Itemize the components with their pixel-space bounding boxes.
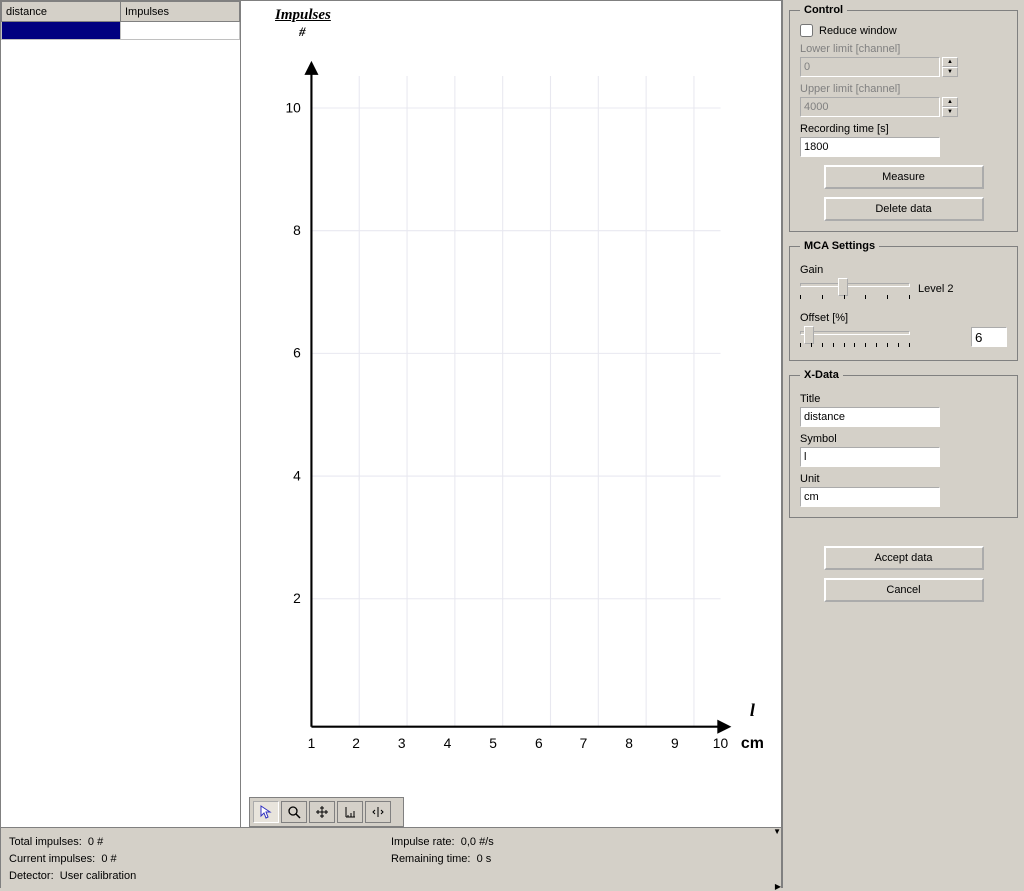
left-area: distance Impulses Impulses #: [0, 0, 782, 888]
axes-tool-icon[interactable]: [337, 801, 363, 823]
chart-plot[interactable]: 10 8 6 4 2 1 2 3 4 5: [253, 44, 763, 791]
svg-text:10: 10: [285, 99, 301, 115]
mca-legend: MCA Settings: [800, 240, 879, 252]
status-detector-label: Detector:: [9, 870, 54, 882]
svg-text:3: 3: [398, 735, 406, 751]
xdata-title-label: Title: [800, 393, 1007, 405]
reduce-window-checkbox[interactable]: [800, 24, 813, 37]
xdata-symbol-label: Symbol: [800, 433, 1007, 445]
svg-text:2: 2: [293, 590, 301, 606]
status-total-val: 0 #: [88, 836, 103, 848]
status-total-label: Total impulses:: [9, 836, 82, 848]
svg-text:2: 2: [352, 735, 360, 751]
measure-button[interactable]: Measure: [824, 165, 984, 189]
lower-limit-spinner-up: ▲: [942, 57, 958, 67]
status-rate-val: 0,0 #/s: [461, 836, 494, 848]
upper-limit-label: Upper limit [channel]: [800, 83, 1007, 95]
status-detector-val: User calibration: [60, 870, 136, 882]
xdata-symbol-input[interactable]: [800, 447, 940, 467]
table-cell[interactable]: [121, 22, 240, 40]
mca-settings-group: MCA Settings Gain Level 2 Offset [%]: [789, 240, 1018, 361]
collapse-right-icon[interactable]: ▶: [775, 882, 781, 891]
control-legend: Control: [800, 4, 847, 16]
right-panel: Control Reduce window Lower limit [chann…: [782, 0, 1024, 888]
chart-area: Impulses #: [241, 1, 781, 827]
lower-limit-spinner: ▲ ▼: [942, 57, 958, 77]
chart-x-unit: cm: [741, 735, 763, 752]
reduce-window-label: Reduce window: [819, 25, 897, 37]
offset-slider[interactable]: [800, 326, 910, 348]
xdata-group: X-Data Title Symbol Unit: [789, 369, 1018, 518]
chart-toolbar: [249, 797, 404, 827]
table-row[interactable]: [2, 22, 240, 40]
offset-label: Offset [%]: [800, 312, 1007, 324]
upper-limit-spinner: ▲ ▼: [942, 97, 958, 117]
control-group: Control Reduce window Lower limit [chann…: [789, 4, 1018, 232]
upper-limit-spinner-down: ▼: [942, 107, 958, 117]
delete-data-button[interactable]: Delete data: [824, 197, 984, 221]
lower-limit-input: [800, 57, 940, 77]
xdata-title-input[interactable]: [800, 407, 940, 427]
gain-level: Level 2: [918, 283, 953, 295]
xdata-legend: X-Data: [800, 369, 843, 381]
chart-y-unit: #: [299, 24, 773, 40]
status-remaining-label: Remaining time:: [391, 853, 470, 865]
collapse-down-icon[interactable]: ▼: [773, 827, 781, 836]
gain-label: Gain: [800, 264, 1007, 276]
svg-text:6: 6: [293, 345, 301, 361]
upper-limit-spinner-up: ▲: [942, 97, 958, 107]
gain-slider[interactable]: [800, 278, 910, 300]
svg-text:4: 4: [444, 735, 452, 751]
pointer-tool-icon[interactable]: [253, 801, 279, 823]
cancel-button[interactable]: Cancel: [824, 578, 984, 602]
table-cell-selected[interactable]: [2, 22, 121, 40]
svg-text:5: 5: [489, 735, 497, 751]
xdata-unit-label: Unit: [800, 473, 1007, 485]
status-current-label: Current impulses:: [9, 853, 95, 865]
accept-data-button[interactable]: Accept data: [824, 546, 984, 570]
xdata-unit-input[interactable]: [800, 487, 940, 507]
svg-text:4: 4: [293, 467, 301, 483]
split-tool-icon[interactable]: [365, 801, 391, 823]
svg-text:7: 7: [580, 735, 588, 751]
lower-limit-spinner-down: ▼: [942, 67, 958, 77]
status-bar: ▼ ▶ Total impulses: 0 # Current impulses…: [1, 827, 781, 891]
svg-text:6: 6: [535, 735, 543, 751]
table-header-distance[interactable]: distance: [2, 2, 121, 22]
crosshair-tool-icon[interactable]: [309, 801, 335, 823]
svg-text:8: 8: [625, 735, 633, 751]
chart-y-title: Impulses: [275, 7, 773, 24]
upper-limit-input: [800, 97, 940, 117]
recording-time-input[interactable]: [800, 137, 940, 157]
lower-limit-label: Lower limit [channel]: [800, 43, 1007, 55]
status-current-val: 0 #: [101, 853, 116, 865]
svg-text:9: 9: [671, 735, 679, 751]
chart-x-title: l: [750, 700, 755, 720]
svg-text:1: 1: [308, 735, 316, 751]
data-table: distance Impulses: [1, 1, 241, 827]
status-rate-label: Impulse rate:: [391, 836, 455, 848]
status-remaining-val: 0 s: [477, 853, 492, 865]
svg-text:8: 8: [293, 222, 301, 238]
zoom-tool-icon[interactable]: [281, 801, 307, 823]
recording-time-label: Recording time [s]: [800, 123, 1007, 135]
svg-text:10: 10: [713, 735, 729, 751]
table-header-impulses[interactable]: Impulses: [121, 2, 240, 22]
offset-value-input[interactable]: [971, 327, 1007, 347]
